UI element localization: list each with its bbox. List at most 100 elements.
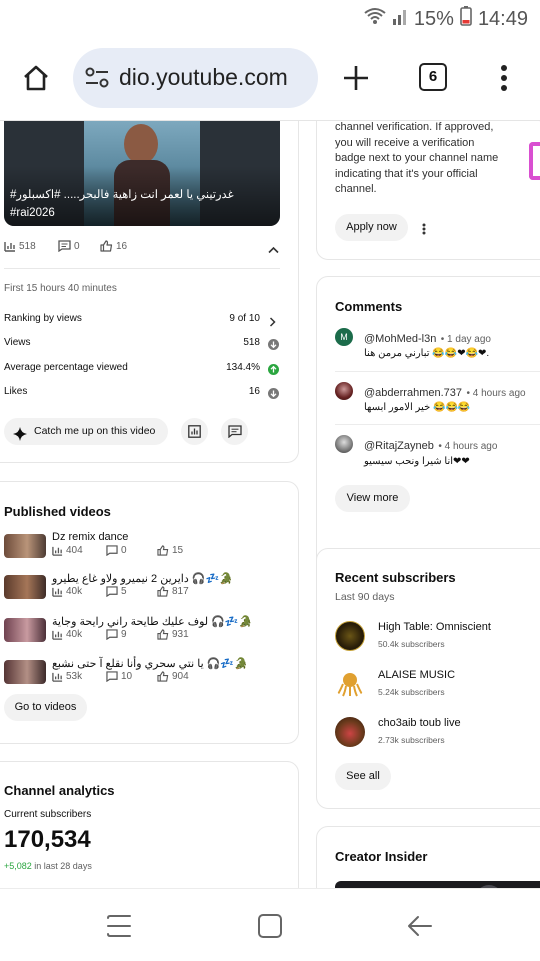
avatar: [335, 435, 353, 453]
stat-value-avg-viewed: 134.4%: [226, 362, 260, 373]
comment-author: @abderrahmen.737: [364, 387, 463, 399]
video-caption: غدرتيني يا لعمر انت زاهية فالبحر..... #ا…: [10, 189, 234, 219]
comment-icon: [106, 545, 118, 556]
collapse-chevron-icon[interactable]: [268, 241, 279, 259]
recent-subscribers-card: Recent subscribers Last 90 days High Tab…: [316, 548, 540, 809]
system-navigation-bar: [0, 888, 540, 961]
status-indicators: 15% 14:49: [364, 6, 528, 32]
creator-insider-card: Creator Insider: [316, 826, 540, 888]
video-age: First 15 hours 40 minutes: [4, 283, 117, 294]
chevron-right-icon[interactable]: [269, 314, 276, 332]
subscriber-count: 5.24k subscribers: [378, 687, 445, 697]
views-metric: 53k: [52, 671, 82, 682]
stat-label-likes: Likes: [4, 386, 28, 397]
comment-item[interactable]: @RitajZayneb • 4 hours ago انا شيرا ونحب…: [335, 435, 540, 475]
avatar: [335, 669, 365, 699]
go-to-videos-button[interactable]: Go to videos: [4, 694, 87, 721]
bar-chart-icon: [4, 242, 15, 252]
bar-chart-icon: [52, 630, 63, 640]
new-tab-icon[interactable]: [343, 65, 369, 96]
comment-text: خير الامور ابسها 😂😂😂: [364, 402, 471, 413]
comment-icon: [106, 671, 118, 682]
views-metric: 40k: [52, 629, 82, 640]
signal-icon: [392, 7, 408, 31]
subscriber-item[interactable]: cho3aib toub live 2.73k subscribers: [335, 715, 540, 747]
list-item[interactable]: لوف عليك طايحة راني رايحة وجاية 🎧💤🐊 40k …: [4, 615, 280, 643]
subscriber-item[interactable]: ALAISE MUSIC 5.24k subscribers: [335, 667, 540, 699]
card-title: Channel analytics: [4, 783, 115, 798]
more-options-icon[interactable]: [422, 222, 426, 240]
comment-item[interactable]: @abderrahmen.737 • 4 hours ago خير الامو…: [335, 382, 540, 422]
view-more-button[interactable]: View more: [335, 485, 410, 512]
site-settings-icon[interactable]: [85, 67, 109, 94]
address-bar[interactable]: dio.youtube.com: [73, 48, 318, 108]
video-thumbnail: [4, 575, 46, 599]
bar-chart-icon: [52, 587, 63, 597]
subscriber-change: +5,082 in last 28 days: [4, 861, 92, 871]
sparkle-icon: [13, 425, 27, 452]
channel-analytics-card: Channel analytics Current subscribers 17…: [0, 761, 299, 888]
apply-now-button[interactable]: Apply now: [335, 214, 408, 241]
video-title: دايرين 2 نيميرو ولاو غاع يطيرو 🎧💤🐊: [52, 573, 233, 585]
video-title: Dz remix dance: [52, 531, 129, 543]
more-menu-icon[interactable]: [500, 65, 508, 96]
divider: [4, 268, 280, 269]
video-title: يا نتي سحري وأنا نقلع آ حتى نشبع 🎧💤🐊: [52, 658, 248, 670]
stat-value-views: 518: [243, 337, 260, 348]
likes-metric: 931: [157, 629, 189, 640]
video-thumbnail[interactable]: [335, 881, 540, 888]
thumbs-up-icon: [100, 240, 113, 252]
video-thumbnail: [4, 618, 46, 642]
verification-card: channel verification. If approved, you w…: [316, 121, 540, 260]
arrow-up-icon: [268, 362, 279, 380]
list-item[interactable]: دايرين 2 نيميرو ولاو غاع يطيرو 🎧💤🐊 40k 5…: [4, 572, 280, 600]
comment-icon: [106, 629, 118, 640]
thumbs-up-icon: [157, 629, 169, 640]
badge-illustration: [529, 142, 540, 180]
views-metric: 40k: [52, 586, 82, 597]
subscriber-count: 170,534: [4, 826, 91, 853]
comment-icon: [58, 240, 71, 252]
stat-value-ranking: 9 of 10: [229, 313, 260, 324]
subscriber-item[interactable]: High Table: Omniscient 50.4k subscribers: [335, 619, 540, 651]
comment-time: • 1 day ago: [440, 334, 491, 345]
see-all-button[interactable]: See all: [335, 763, 391, 790]
avatar: [335, 717, 365, 747]
home-icon[interactable]: [22, 64, 50, 97]
status-bar: 15% 14:49: [0, 0, 540, 38]
subscriber-name: High Table: Omniscient: [378, 621, 491, 633]
period-label: Last 90 days: [335, 591, 395, 603]
views-metric: 518: [4, 240, 36, 252]
list-item[interactable]: يا نتي سحري وأنا نقلع آ حتى نشبع 🎧💤🐊 53k…: [4, 657, 280, 685]
analytics-button[interactable]: [181, 418, 208, 445]
subscriber-name: ALAISE MUSIC: [378, 669, 456, 681]
clock: 14:49: [477, 7, 528, 30]
comment-text: انا شيرا ونحب سيسيو❤❤: [364, 456, 470, 467]
video-thumbnail[interactable]: غدرتيني يا لعمر انت زاهية فالبحر..... #ا…: [4, 121, 280, 226]
comments-button[interactable]: [221, 418, 248, 445]
home-button-icon[interactable]: [257, 913, 283, 944]
tab-switcher-button[interactable]: 6: [419, 63, 447, 91]
views-metric: 404: [52, 545, 83, 556]
card-title: Recent subscribers: [335, 570, 456, 585]
recent-apps-icon[interactable]: [106, 913, 132, 944]
likes-metric: 904: [157, 671, 189, 682]
card-title: Comments: [335, 299, 403, 314]
back-icon[interactable]: [407, 913, 433, 944]
list-item[interactable]: Dz remix dance 404 0 15: [4, 531, 280, 559]
bar-chart-icon: [52, 546, 63, 556]
catch-me-up-button[interactable]: Catch me up on this video: [4, 418, 168, 445]
comment-item[interactable]: M @MohMed-l3n • 1 day ago تبارني مرمن هن…: [335, 328, 540, 368]
video-thumbnail: [4, 660, 46, 684]
url-text[interactable]: dio.youtube.com: [119, 64, 288, 91]
divider: [335, 371, 540, 372]
subscriber-count: 50.4k subscribers: [378, 639, 445, 649]
avatar: [335, 621, 365, 651]
battery-icon: [460, 6, 472, 32]
comments-metric: 10: [106, 671, 132, 682]
video-thumbnail: [4, 534, 46, 558]
browser-toolbar: dio.youtube.com 6: [0, 38, 540, 121]
comment-time: • 4 hours ago: [438, 441, 498, 452]
analytics-icon: [188, 425, 201, 438]
octopus-logo-icon: [337, 673, 363, 697]
